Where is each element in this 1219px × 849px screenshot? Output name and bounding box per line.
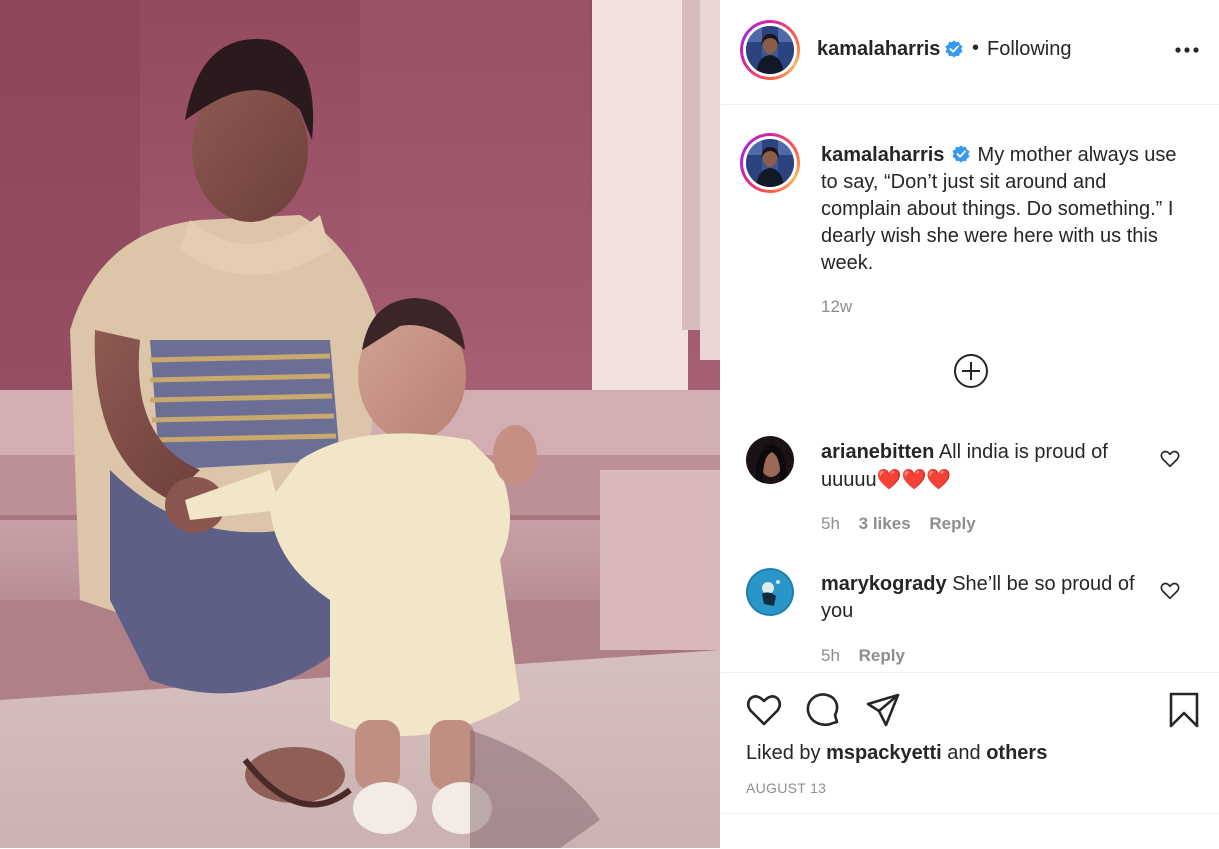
comment-emoji: ❤️❤️❤️ [876, 467, 952, 491]
comment-like-heart-icon[interactable] [1159, 448, 1181, 470]
plus-circle-icon[interactable] [953, 353, 989, 389]
liked-by-and: and [947, 742, 981, 764]
verified-badge-icon [945, 40, 963, 58]
more-options-icon[interactable] [1175, 46, 1199, 54]
follow-separator: • [972, 37, 980, 59]
comment-timestamp[interactable]: 5h [821, 514, 840, 533]
author-portrait-image [746, 26, 794, 74]
author-avatar[interactable] [740, 20, 800, 80]
post-date[interactable]: AUGUST 13 [746, 780, 826, 796]
comment-text-block: arianebitten All india is proud of uuuuu… [821, 439, 1141, 494]
liked-by-prefix: Liked by [746, 742, 821, 764]
commenter-portrait-image [746, 568, 794, 616]
comment-timestamp[interactable]: 5h [821, 646, 840, 665]
comment-likes[interactable]: 3 likes [859, 514, 911, 533]
paper-plane-icon[interactable] [864, 691, 902, 729]
commenter-portrait-image [746, 436, 794, 484]
verified-badge-icon [952, 145, 970, 163]
author-portrait-image [746, 139, 794, 187]
comment-reply-button[interactable]: Reply [859, 646, 905, 665]
likes-summary: Liked by mspackyetti and others [746, 742, 1047, 765]
post-header: kamalaharris • Following [721, 0, 1219, 105]
post-side-panel: kamalaharris • Following kamalaharris My… [721, 0, 1219, 848]
commenter-avatar[interactable] [746, 568, 794, 616]
comment-reply-button[interactable]: Reply [929, 514, 975, 533]
caption-username[interactable]: kamalaharris [821, 144, 944, 166]
comment-bubble-icon[interactable] [804, 691, 842, 729]
comment-username[interactable]: marykogrady [821, 573, 947, 595]
caption: kamalaharris My mother always use to say… [821, 142, 1191, 277]
comment-like-heart-icon[interactable] [1159, 580, 1181, 602]
comment-username[interactable]: arianebitten [821, 441, 934, 463]
comments-section[interactable]: kamalaharris My mother always use to say… [721, 105, 1219, 671]
author-username[interactable]: kamalaharris [817, 38, 940, 61]
heart-icon[interactable] [745, 691, 783, 729]
following-button[interactable]: Following [987, 38, 1071, 61]
caption-timestamp[interactable]: 12w [821, 297, 852, 317]
liked-by-user[interactable]: mspackyetti [826, 742, 942, 764]
liked-by-others-link[interactable]: others [986, 742, 1047, 764]
comment-text-block: marykogrady She’ll be so proud of you [821, 571, 1141, 625]
bookmark-icon[interactable] [1165, 691, 1203, 729]
post-photo-illustration [0, 0, 720, 848]
post-photo [0, 0, 720, 848]
divider [721, 813, 1219, 814]
comment-meta: 5h 3 likes Reply [821, 514, 990, 534]
commenter-avatar[interactable] [746, 436, 794, 484]
comment-meta: 5h Reply [821, 646, 919, 666]
caption-author-avatar[interactable] [740, 133, 800, 193]
post-actions-bar: Liked by mspackyetti and others AUGUST 1… [721, 672, 1219, 849]
